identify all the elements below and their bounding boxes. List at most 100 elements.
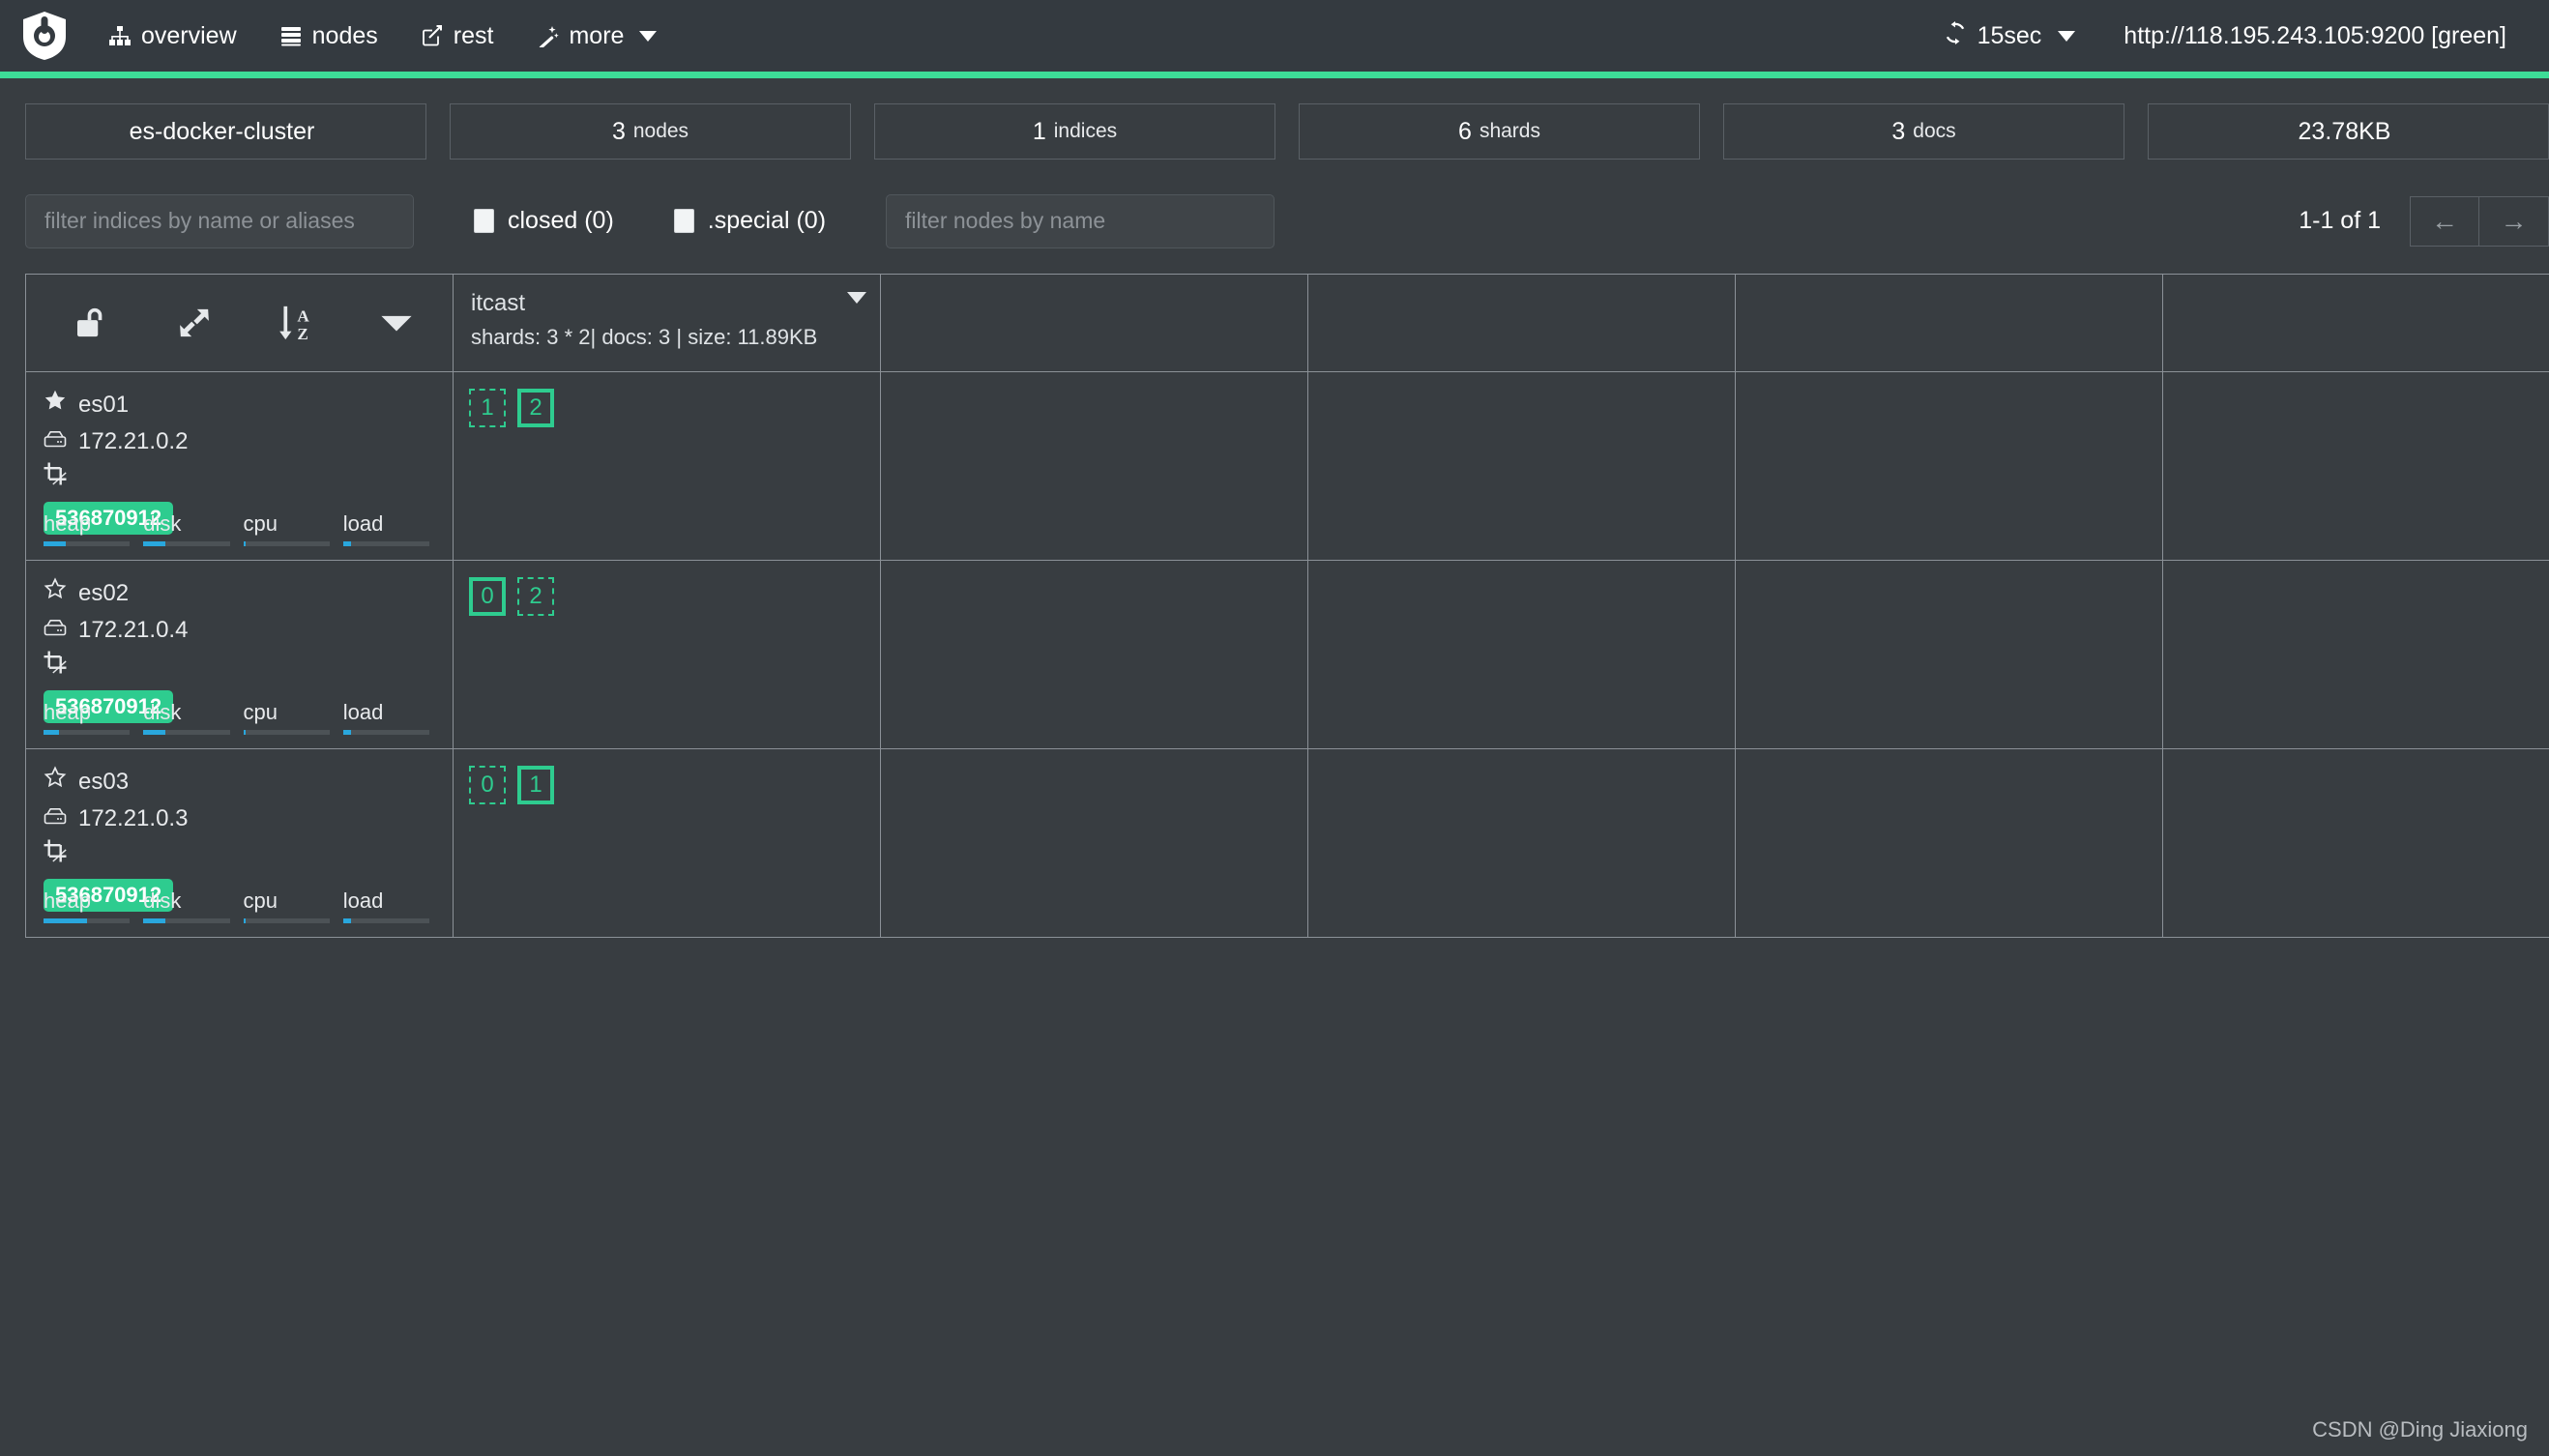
closed-indices-checkbox[interactable]: closed (0) — [474, 207, 614, 235]
nav-item-overview[interactable]: overview — [87, 13, 258, 60]
stat-indices[interactable]: 1 indices — [874, 103, 1275, 160]
crop-icon[interactable] — [44, 838, 67, 873]
nav-item-more[interactable]: more — [514, 13, 678, 60]
node-name-line: es03 — [44, 765, 435, 800]
empty-cell — [1736, 749, 2163, 937]
stat-value: 3 — [1891, 117, 1906, 145]
index-menu-chevron-down-icon[interactable] — [847, 292, 866, 304]
empty-cell — [881, 749, 1308, 937]
empty-cell — [881, 372, 1308, 560]
pagination-next-button[interactable]: → — [2479, 195, 2549, 247]
meter-heap: heap — [44, 511, 143, 546]
meter-label: cpu — [243, 700, 278, 724]
stat-shards[interactable]: 6 shards — [1299, 103, 1700, 160]
node-info-cell: es01 172.21.0.2 536870912 heap disk cpu … — [26, 372, 454, 560]
nav-item-rest[interactable]: rest — [399, 13, 515, 60]
star-filled-icon[interactable] — [44, 388, 67, 422]
shard-box[interactable]: 0 — [469, 766, 506, 804]
index-name[interactable]: itcast — [471, 288, 863, 319]
meter-track — [143, 541, 230, 546]
stat-nodes[interactable]: 3 nodes — [450, 103, 851, 160]
cluster-stats-row: es-docker-cluster 3 nodes 1 indices 6 sh… — [0, 78, 2549, 160]
meter-fill — [143, 541, 166, 546]
empty-header-cell — [1308, 275, 1736, 371]
meter-label: disk — [143, 511, 182, 536]
node-meters: heap disk cpu load — [44, 511, 443, 546]
stat-cluster-name[interactable]: es-docker-cluster — [25, 103, 426, 160]
node-info-cell: es03 172.21.0.3 536870912 heap disk cpu … — [26, 749, 454, 937]
checkbox-box[interactable] — [673, 209, 694, 233]
meter-disk: disk — [143, 700, 243, 735]
pagination: 1-1 of 1 ← → — [2299, 195, 2549, 247]
star-outline-icon[interactable] — [44, 765, 67, 800]
shard-cell: 0 1 — [454, 749, 881, 937]
chevron-down-icon — [639, 30, 658, 42]
shard-box[interactable]: 1 — [517, 766, 554, 804]
stat-unit: shards — [1479, 120, 1540, 142]
node-meters: heap disk cpu load — [44, 888, 443, 923]
shard-box[interactable]: 1 — [469, 389, 506, 427]
cluster-url-label[interactable]: http://118.195.243.105:9200 [green] — [2095, 13, 2524, 60]
star-outline-icon[interactable] — [44, 576, 67, 611]
unlock-icon[interactable] — [44, 275, 144, 371]
empty-cell — [881, 561, 1308, 748]
meter-track — [143, 918, 230, 923]
meter-label: load — [342, 888, 384, 913]
pagination-prev-button[interactable]: ← — [2410, 195, 2479, 247]
shard-box[interactable]: 2 — [517, 389, 554, 427]
top-navbar: overview nodes rest more 15sec http://11… — [0, 0, 2549, 72]
meter-fill — [243, 541, 247, 546]
refresh-interval-selector[interactable]: 15sec — [1924, 12, 2095, 61]
special-indices-label: .special (0) — [707, 207, 827, 234]
meter-disk: disk — [143, 888, 243, 923]
node-ip-line: 172.21.0.4 — [44, 613, 435, 648]
node-name[interactable]: es02 — [78, 576, 129, 611]
empty-cell — [2163, 749, 2549, 937]
node-name[interactable]: es01 — [78, 388, 129, 422]
nav-item-label: more — [569, 21, 625, 49]
hdd-icon — [44, 424, 67, 459]
meter-fill — [243, 730, 247, 735]
nav-item-nodes[interactable]: nodes — [258, 13, 399, 60]
stat-unit: docs — [1913, 120, 1956, 142]
empty-cell — [2163, 372, 2549, 560]
checkbox-box[interactable] — [474, 209, 494, 233]
crop-icon[interactable] — [44, 461, 67, 496]
meter-load: load — [342, 888, 443, 923]
expand-arrows-icon[interactable] — [144, 275, 245, 371]
meter-track — [243, 730, 330, 735]
elasticsearch-head-logo-icon[interactable] — [17, 9, 72, 63]
navbar-right: 15sec http://118.195.243.105:9200 [green… — [1924, 12, 2524, 61]
node-ip: 172.21.0.4 — [78, 617, 189, 643]
index-meta: shards: 3 * 2| docs: 3 | size: 11.89KB — [471, 325, 818, 349]
special-indices-checkbox[interactable]: .special (0) — [673, 207, 827, 235]
empty-cell — [1308, 372, 1736, 560]
indices-filter-input[interactable] — [25, 193, 414, 248]
refresh-icon — [1944, 20, 1967, 51]
meter-fill — [143, 730, 166, 735]
hdd-icon — [44, 613, 67, 648]
meter-track — [143, 730, 230, 735]
node-name-line: es01 — [44, 388, 435, 422]
node-name[interactable]: es03 — [78, 765, 129, 800]
crop-icon[interactable] — [44, 650, 67, 684]
shard-box[interactable]: 2 — [517, 577, 554, 616]
nav-item-label: rest — [453, 21, 494, 49]
chevron-down-icon[interactable] — [346, 275, 447, 371]
watermark: CSDN @Ding Jiaxiong — [2312, 1417, 2528, 1441]
table-row: es01 172.21.0.2 536870912 heap disk cpu … — [26, 371, 2549, 560]
shard-box[interactable]: 0 — [469, 577, 506, 616]
meter-label: heap — [44, 700, 91, 724]
meter-label: cpu — [243, 888, 278, 913]
sort-alpha-asc-icon[interactable]: A Z — [246, 275, 346, 371]
accent-bar — [0, 72, 2549, 78]
empty-header-cell — [881, 275, 1308, 371]
nav-item-label: overview — [141, 21, 237, 49]
stat-docs[interactable]: 3 docs — [1723, 103, 2124, 160]
stat-value: es-docker-cluster — [129, 117, 315, 145]
nodes-filter-input[interactable] — [886, 193, 1275, 248]
stat-value: 3 — [611, 117, 626, 145]
table-row: es03 172.21.0.3 536870912 heap disk cpu … — [26, 748, 2549, 937]
stat-size[interactable]: 23.78KB — [2148, 103, 2549, 160]
meter-load: load — [342, 700, 443, 735]
